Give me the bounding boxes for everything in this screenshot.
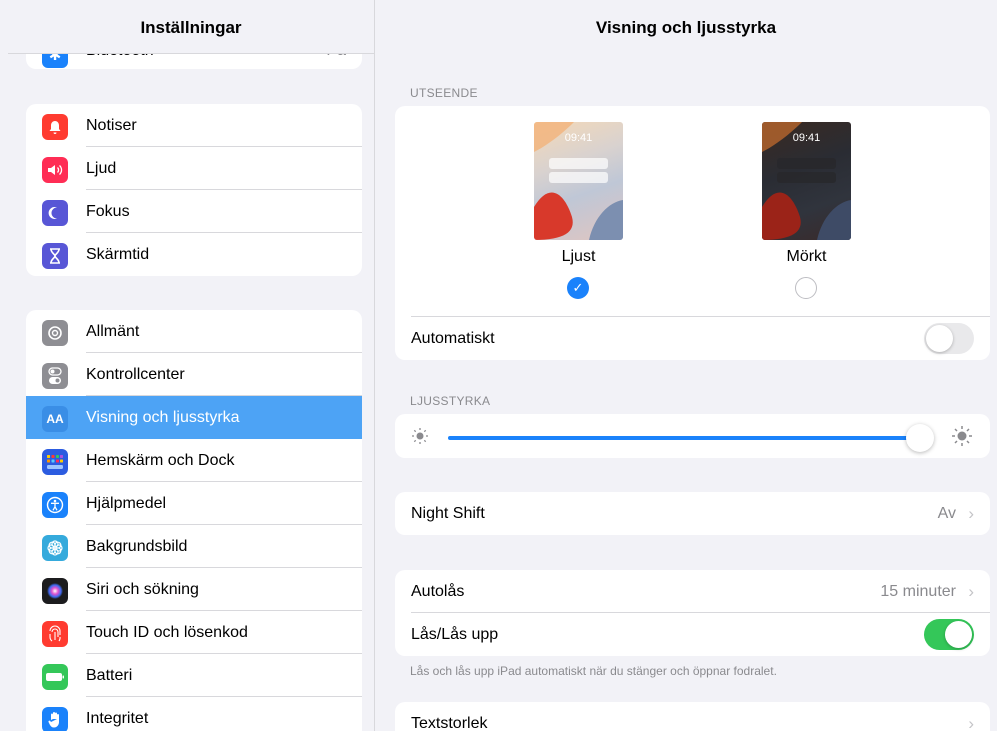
accessibility-icon (42, 492, 68, 518)
sidebar-item-hjalpmedel[interactable]: Hjälpmedel (26, 482, 362, 525)
light-mode-label: Ljust (561, 248, 596, 265)
night-shift-value: Av (937, 505, 956, 522)
lock-unlock-label: Lås/Lås upp (411, 626, 499, 643)
sun-large-icon (950, 424, 974, 453)
hand-icon (42, 707, 68, 731)
sidebar-item-fokus[interactable]: Fokus (26, 190, 362, 233)
automatic-label: Automatiskt (411, 330, 495, 347)
dark-preview-notification (777, 158, 836, 169)
automatic-toggle[interactable] (924, 323, 974, 354)
toggle-knob (945, 621, 972, 648)
autolock-row[interactable]: Autolås 15 minuter › (395, 570, 990, 613)
dark-mode-radio[interactable] (795, 277, 817, 299)
chevron-right-icon: › (968, 582, 974, 601)
chevron-right-icon: › (968, 714, 974, 731)
sidebar-item-label: Hemskärm och Dock (86, 452, 235, 469)
light-preview-notification (549, 172, 608, 183)
sidebar-item-hemskarm[interactable]: Hemskärm och Dock (26, 439, 362, 482)
sidebar-item-batteri[interactable]: Batteri (26, 654, 362, 697)
sidebar-item-label: Siri och sökning (86, 581, 199, 598)
automatic-row: Automatiskt (395, 317, 990, 360)
sidebar-item-label: Fokus (86, 203, 130, 220)
dark-preview-notification (777, 172, 836, 183)
sidebar-item-label: Allmänt (86, 323, 140, 340)
sidebar-title: Inställningar (140, 18, 242, 37)
sidebar-item-bakgrundsbild[interactable]: Bakgrundsbild (26, 525, 362, 568)
sidebar-item-touchid[interactable]: Touch ID och lösenkod (26, 611, 362, 654)
sidebar-item-label: Integritet (86, 710, 149, 727)
sidebar-item-ljud[interactable]: Ljud (26, 147, 362, 190)
section-header-brightness: LJUSSTYRKA (410, 394, 491, 408)
sidebar-header: Inställningar (8, 0, 374, 54)
sidebar-item-kontrollcenter[interactable]: Kontrollcenter (26, 353, 362, 396)
page-title: Visning och ljusstyrka (595, 18, 777, 37)
text-size-card: Textstorlek › (395, 702, 990, 731)
brightness-card (395, 414, 990, 458)
sidebar-item-label: Bakgrundsbild (86, 538, 188, 555)
light-preview-notification (549, 158, 608, 169)
brightness-slider-fill[interactable] (448, 436, 924, 440)
sidebar-item-skarmtid[interactable]: Skärmtid (26, 233, 362, 276)
hourglass-icon (42, 243, 68, 269)
sidebar-item-label: Kontrollcenter (86, 366, 185, 383)
brightness-slider-thumb[interactable] (906, 424, 934, 452)
sidebar-group-notifications: Notiser Ljud Fokus Skärmtid (26, 104, 362, 276)
appearance-card: 09:41 Ljust ✓ 09:41 Mörkt Automatiskt (395, 106, 990, 360)
sidebar: ✱ Bluetooth På Inställningar Notiser Lju… (8, 0, 374, 731)
sidebar-item-visning[interactable]: AA Visning och ljusstyrka (26, 396, 362, 439)
flower-icon (42, 535, 68, 561)
battery-icon (42, 664, 68, 690)
text-size-row[interactable]: Textstorlek › (395, 702, 990, 731)
section-header-appearance: UTSEENDE (410, 86, 478, 100)
sidebar-item-label: Touch ID och lösenkod (86, 624, 248, 641)
gear-icon (42, 320, 68, 346)
light-preview-time: 09:41 (564, 132, 593, 144)
sun-small-icon (410, 426, 430, 451)
night-shift-row[interactable]: Night Shift Av › (395, 492, 990, 535)
sidebar-group-general: Allmänt Kontrollcenter AA Visning och lj… (26, 310, 362, 731)
light-mode-preview[interactable]: 09:41 (534, 122, 623, 240)
sidebar-item-siri[interactable]: Siri och sökning (26, 568, 362, 611)
fingerprint-icon (42, 621, 68, 647)
detail-panel: Visning och ljusstyrka UTSEENDE 09:41 Lj… (375, 0, 997, 731)
grid-icon (42, 449, 68, 475)
dark-mode-preview[interactable]: 09:41 (762, 122, 851, 240)
bell-icon (42, 114, 68, 140)
speaker-icon (42, 157, 68, 183)
sidebar-item-label: Batteri (86, 667, 133, 684)
sidebar-item-label: Ljud (86, 160, 117, 177)
autolock-value: 15 minuter (880, 583, 956, 600)
siri-icon (42, 578, 68, 604)
sidebar-item-label: Visning och ljusstyrka (86, 409, 240, 426)
sidebar-item-integritet[interactable]: Integritet (26, 697, 362, 731)
dark-preview-time: 09:41 (792, 132, 821, 144)
dark-mode-label: Mörkt (786, 248, 827, 265)
lock-unlock-footnote: Lås och lås upp iPad automatiskt när du … (410, 664, 777, 678)
sidebar-item-notiser[interactable]: Notiser (26, 104, 362, 147)
sidebar-item-label: Hjälpmedel (86, 495, 167, 512)
sidebar-item-label: Skärmtid (86, 246, 150, 263)
lock-card: Autolås 15 minuter › Lås/Lås upp (395, 570, 990, 656)
switches-icon (42, 363, 68, 389)
autolock-label: Autolås (411, 583, 465, 600)
chevron-right-icon: › (968, 504, 974, 523)
toggle-knob (926, 325, 953, 352)
lock-unlock-toggle[interactable] (924, 619, 974, 650)
sidebar-item-allmant[interactable]: Allmänt (26, 310, 362, 353)
night-shift-card: Night Shift Av › (395, 492, 990, 535)
text-size-label: Textstorlek (411, 715, 488, 731)
moon-icon (42, 200, 68, 226)
night-shift-label: Night Shift (411, 505, 485, 522)
sidebar-item-label: Notiser (86, 117, 137, 134)
light-mode-checkmark[interactable]: ✓ (567, 277, 589, 299)
lock-unlock-row: Lås/Lås upp (395, 613, 990, 656)
text-size-icon: AA (42, 406, 68, 432)
